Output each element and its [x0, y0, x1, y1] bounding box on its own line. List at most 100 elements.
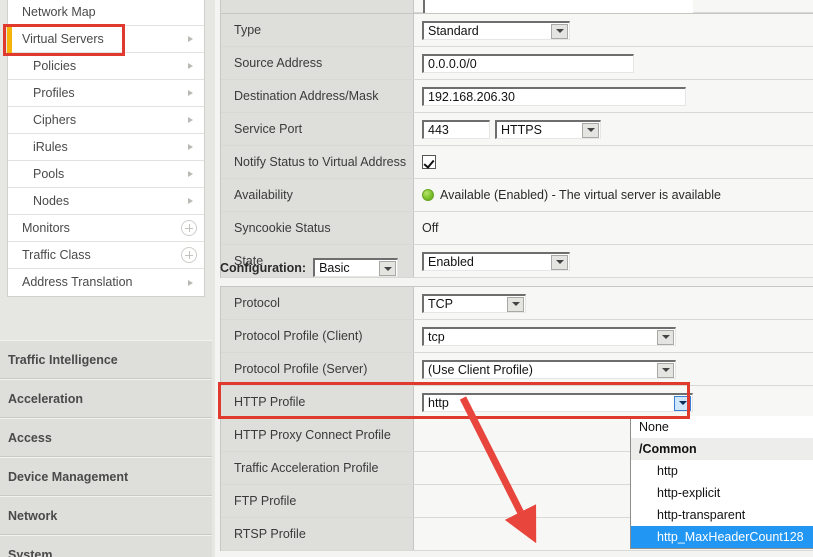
sidebar-item-pools[interactable]: Pools	[8, 161, 204, 188]
http-profile-dropdown-list[interactable]: None/Common http http-explicit http-transpa…	[630, 416, 813, 549]
form-row-protocol: Protocol TCP	[221, 287, 813, 320]
row-label: Source Address	[221, 47, 414, 79]
select-value: http	[428, 395, 449, 410]
checkbox-input[interactable]	[422, 155, 436, 169]
sidebar-item-nodes[interactable]: Nodes	[8, 188, 204, 215]
sidebar-item-label: Profiles	[33, 86, 75, 100]
row-value: Standard	[414, 20, 813, 40]
select-value: TCP	[428, 296, 453, 311]
chevron-down-icon[interactable]	[551, 23, 568, 39]
service-port-select-value: HTTPS	[501, 122, 542, 137]
chevron-right-icon[interactable]	[188, 171, 193, 177]
service-port-input[interactable]: 443	[422, 119, 490, 139]
active-accent-bar	[7, 25, 12, 53]
select-control[interactable]: (Use Client Profile)	[422, 359, 676, 379]
row-label: Protocol Profile (Server)	[221, 353, 414, 385]
select-control[interactable]: Enabled	[422, 251, 570, 271]
row-value: http	[414, 392, 813, 412]
form-row-service-port: Service Port 443 HTTPS	[221, 113, 813, 146]
chevron-right-icon[interactable]	[188, 279, 193, 286]
chevron-down-icon[interactable]	[379, 261, 397, 276]
sidebar-item-ciphers[interactable]: Ciphers	[8, 107, 204, 134]
sidebar-item-virtual-servers[interactable]: Virtual Servers	[7, 25, 204, 53]
chevron-right-icon[interactable]	[188, 144, 193, 150]
chevron-down-icon[interactable]	[551, 254, 568, 270]
configuration-select-value: Basic	[319, 261, 350, 275]
sidebar-item-label: Address Translation	[22, 275, 133, 289]
main-content: Type Standard Source Address 0.0.0.0/0 Desti…	[215, 0, 813, 557]
dropdown-option-http-maxheadercount128[interactable]: http_MaxHeaderCount128	[631, 526, 813, 548]
chevron-down-icon[interactable]	[657, 329, 674, 345]
module-list: Traffic Intelligence Acceleration Access De…	[0, 340, 212, 557]
sidebar-item-label: Ciphers	[33, 113, 77, 127]
module-item-access[interactable]: Access	[0, 418, 212, 457]
chevron-right-icon[interactable]	[188, 36, 193, 42]
sidebar-item-traffic-class[interactable]: Traffic Class	[8, 242, 204, 269]
module-item-traffic-intelligence[interactable]: Traffic Intelligence	[0, 340, 212, 379]
chevron-down-icon[interactable]	[582, 122, 599, 138]
row-label: Traffic Acceleration Profile	[221, 452, 414, 484]
sidebar-item-profiles[interactable]: Profiles	[8, 80, 204, 107]
dropdown-option-http[interactable]: http	[631, 460, 813, 482]
form-row-syncookie-status: Syncookie Status Off	[221, 212, 813, 245]
chevron-right-icon[interactable]	[188, 198, 193, 204]
row-value	[414, 155, 813, 169]
module-item-device-management[interactable]: Device Management	[0, 457, 212, 496]
sidebar-item-network-map[interactable]: Network Map	[8, 0, 204, 26]
select-value: (Use Client Profile)	[428, 362, 533, 377]
sidebar-item-address-translation[interactable]: Address Translation	[8, 269, 204, 296]
dropdown-option-none[interactable]: None	[631, 416, 813, 438]
dropdown-option-common[interactable]: /Common	[631, 438, 813, 460]
row-label: RTSP Profile	[221, 518, 414, 550]
row-label: Protocol	[221, 287, 414, 319]
general-properties-table: Type Standard Source Address 0.0.0.0/0 Desti…	[220, 13, 813, 278]
form-row-protocol-profile-client: Protocol Profile (Client) tcp	[221, 320, 813, 353]
dropdown-option-http-transparent[interactable]: http-transparent	[631, 504, 813, 526]
form-row-type: Type Standard	[221, 14, 813, 47]
row-label: Syncookie Status	[221, 212, 414, 244]
row-label: Notify Status to Virtual Address	[221, 146, 414, 178]
module-item-network[interactable]: Network	[0, 496, 212, 535]
row-value: Available (Enabled) - The virtual server…	[414, 188, 813, 202]
text-input[interactable]: 0.0.0.0/0	[422, 53, 634, 73]
row-label: Destination Address/Mask	[221, 80, 414, 112]
row-label: Availability	[221, 179, 414, 211]
sidebar-item-label: iRules	[33, 140, 68, 154]
row-value: 192.168.206.30	[414, 86, 813, 106]
static-value: Off	[422, 221, 439, 235]
sidebar-item-policies[interactable]: Policies	[8, 53, 204, 80]
dropdown-option-http-explicit[interactable]: http-explicit	[631, 482, 813, 504]
chevron-down-icon[interactable]	[674, 395, 691, 411]
select-value: Enabled	[428, 254, 474, 269]
row-label: HTTP Proxy Connect Profile	[221, 419, 414, 451]
select-control[interactable]: TCP	[422, 293, 526, 313]
row-value: Off	[414, 221, 813, 235]
chevron-down-icon[interactable]	[507, 296, 524, 312]
sidebar-item-label: Monitors	[22, 221, 70, 235]
form-row-availability: Availability Available (Enabled) - The vi…	[221, 179, 813, 212]
row-value: (Use Client Profile)	[414, 359, 813, 379]
select-value: tcp	[428, 329, 445, 344]
plus-circle-icon[interactable]	[181, 247, 197, 263]
sidebar-item-label: Policies	[33, 59, 77, 73]
select-control[interactable]: tcp	[422, 326, 676, 346]
sidebar-item-monitors[interactable]: Monitors	[8, 215, 204, 242]
module-item-system[interactable]: System	[0, 535, 212, 557]
partial-top-row-input[interactable]	[423, 0, 693, 13]
sidebar-item-irules[interactable]: iRules	[8, 134, 204, 161]
select-control[interactable]: Standard	[422, 20, 570, 40]
row-label: Service Port	[221, 113, 414, 145]
row-value: TCP	[414, 293, 813, 313]
chevron-right-icon[interactable]	[188, 63, 193, 69]
chevron-down-icon[interactable]	[657, 362, 674, 378]
select-control[interactable]: http	[422, 392, 693, 412]
module-item-acceleration[interactable]: Acceleration	[0, 379, 212, 418]
chevron-right-icon[interactable]	[188, 117, 193, 123]
chevron-right-icon[interactable]	[188, 90, 193, 96]
configuration-select[interactable]: Basic	[313, 258, 399, 277]
configuration-bar: Configuration: Basic	[220, 258, 399, 277]
status-dot-icon	[422, 189, 434, 201]
plus-circle-icon[interactable]	[181, 220, 197, 236]
service-port-select[interactable]: HTTPS	[495, 119, 601, 139]
text-input[interactable]: 192.168.206.30	[422, 86, 686, 106]
